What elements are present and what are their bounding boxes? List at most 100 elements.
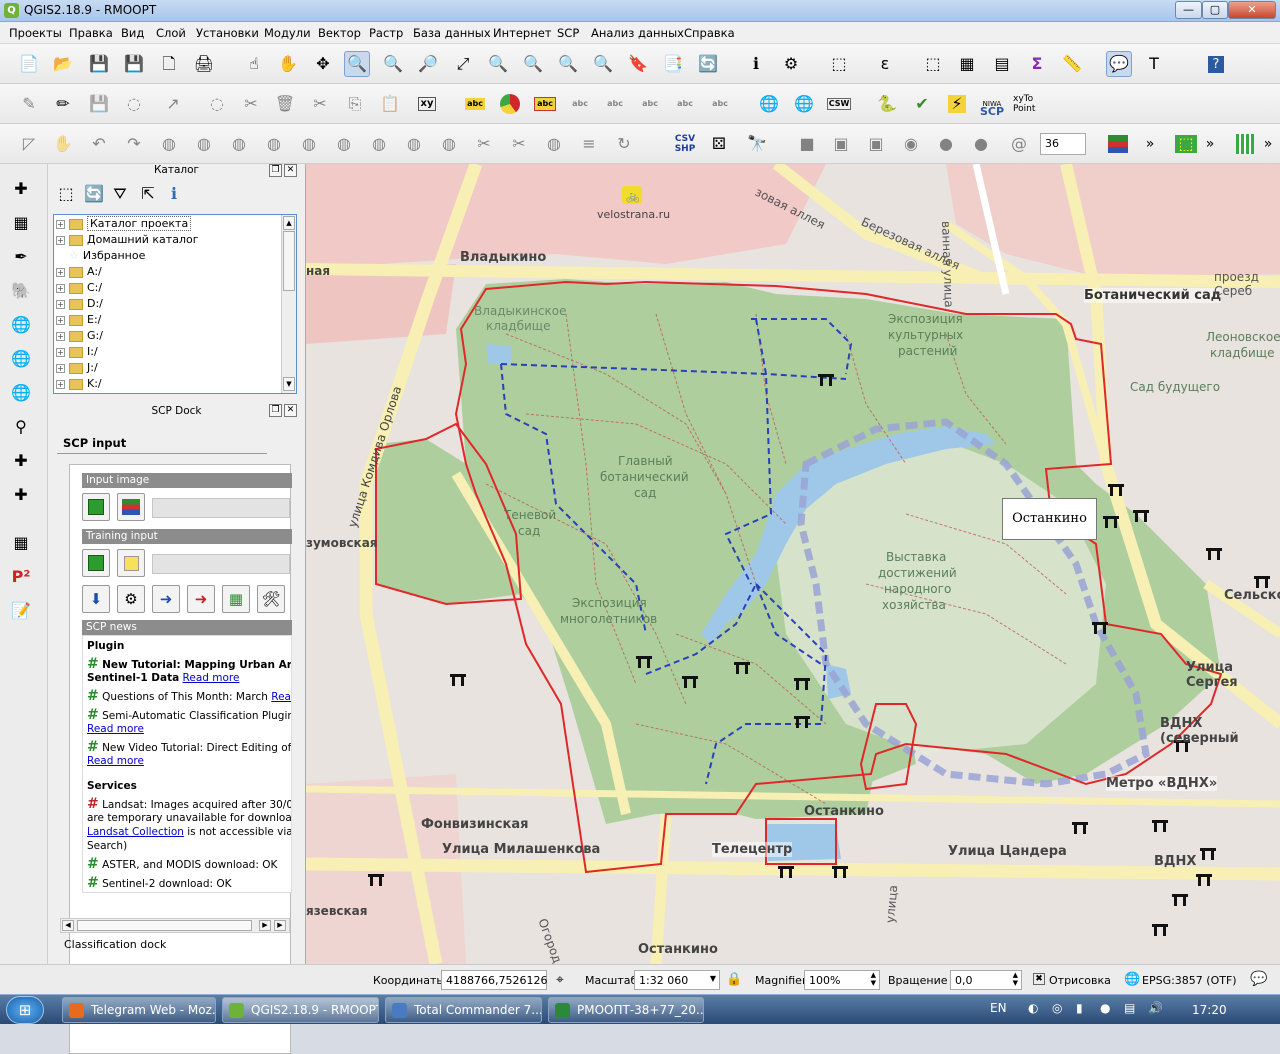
pin-labels-icon[interactable]: abc — [532, 91, 558, 117]
help-icon[interactable]: ? — [1203, 51, 1229, 77]
preprocessing-icon[interactable]: ⚙ — [117, 585, 145, 613]
scp-dock-float-button[interactable]: ❐ — [269, 404, 282, 417]
deselect-icon[interactable]: ⬚ — [920, 51, 946, 77]
tree-item-drive[interactable]: + A:/ — [56, 265, 102, 281]
settings-tools-icon[interactable]: 🛠 — [257, 585, 285, 613]
menu-raster[interactable]: Растр — [369, 26, 403, 40]
open-image-icon[interactable] — [82, 493, 110, 521]
scp-band-set-icon[interactable]: ▦ — [8, 530, 34, 556]
add-wfs-icon[interactable]: 🌐 — [8, 380, 34, 406]
ring-select-icon[interactable]: ● — [968, 131, 994, 157]
rect-select-icon[interactable]: ■ — [794, 131, 820, 157]
pan-icon[interactable]: ✋ — [275, 51, 301, 77]
scale-combo[interactable]: 1:32 060 ▼ — [634, 970, 720, 990]
grass-icon[interactable]: ✔ — [909, 91, 935, 117]
add-wms-icon[interactable]: 🌐 — [8, 312, 34, 338]
georeferencer-icon[interactable]: ⬚ — [1173, 131, 1199, 157]
menu-help[interactable]: Справка — [684, 26, 735, 40]
more-tools-3[interactable]: » — [1258, 131, 1278, 157]
tree-item-drive[interactable]: + G:/ — [56, 329, 103, 345]
rotate-symbols-icon[interactable]: ◍ — [541, 131, 567, 157]
menu-layer[interactable]: Слой — [156, 26, 186, 40]
more-tools-1[interactable]: » — [1140, 131, 1160, 157]
zoom-selection-icon[interactable]: 🔍 — [485, 51, 511, 77]
close-button[interactable]: ✕ — [1228, 1, 1276, 19]
open-project-icon[interactable]: 📂 — [50, 51, 76, 77]
add-wcs-icon[interactable]: 🌐 — [8, 346, 34, 372]
zoom-in-icon[interactable]: 🔍 — [344, 51, 370, 77]
band-calc-icon[interactable]: ▦ — [222, 585, 250, 613]
add-feature-icon[interactable]: ◌ — [121, 91, 147, 117]
highlight-labels-icon[interactable]: abc — [567, 91, 593, 117]
toggle-extents-icon[interactable]: ⌖ — [556, 972, 564, 988]
maximize-button[interactable]: ▢ — [1202, 1, 1228, 19]
xy-icon[interactable]: xy — [414, 91, 440, 117]
tray-icon[interactable]: ◎ — [1052, 1001, 1062, 1015]
landsat-collection-link[interactable]: Landsat Collection — [87, 826, 184, 838]
current-edits-icon[interactable]: ✎ — [16, 91, 42, 117]
change-label-icon[interactable]: abc — [707, 91, 733, 117]
action-icon[interactable]: ⚙ — [778, 51, 804, 77]
menu-plugins[interactable]: Модули — [264, 26, 311, 40]
statistics-icon[interactable]: Σ — [1024, 51, 1050, 77]
scroll-left-icon[interactable]: ◀ — [62, 920, 74, 931]
taskbar-excel[interactable]: РМООПТ-38+77_20... — [548, 997, 704, 1023]
read-more-link[interactable]: Read m — [271, 691, 291, 703]
reshape-icon[interactable]: ◍ — [331, 131, 357, 157]
new-bookmark-icon[interactable]: 🔖 — [625, 51, 651, 77]
clock[interactable]: 17:20 — [1192, 1003, 1227, 1017]
training-input-combo[interactable] — [152, 554, 290, 574]
zoom-layer-icon[interactable]: 🔍 — [520, 51, 546, 77]
crs-globe-icon[interactable]: 🌐 — [1124, 972, 1140, 987]
rotate-label-icon[interactable]: abc — [672, 91, 698, 117]
input-image-combo[interactable] — [152, 498, 290, 518]
more-tools-2[interactable]: » — [1200, 131, 1220, 157]
taskbar-total-commander[interactable]: Total Commander 7.... — [385, 997, 542, 1023]
attribute-table-icon[interactable]: ▦ — [954, 51, 980, 77]
cut-features-icon[interactable]: ✂ — [307, 91, 333, 117]
segments-spinbox[interactable]: 36 — [1040, 133, 1086, 155]
scroll-thumb[interactable] — [77, 920, 252, 931]
openlayers-icon[interactable]: ⚡ — [944, 91, 970, 117]
messages-icon[interactable]: 💬 — [1250, 971, 1267, 987]
ellipse-select-icon[interactable]: ● — [933, 131, 959, 157]
catalog-close-button[interactable]: ✕ — [284, 164, 297, 177]
notes-icon[interactable]: 📝 — [8, 598, 34, 624]
add-raster-layer-icon[interactable]: ▦ — [8, 210, 34, 236]
menu-database[interactable]: База данных — [413, 26, 491, 40]
delete-ring-icon[interactable]: ◍ — [261, 131, 287, 157]
wms-icon[interactable]: 🌐 — [756, 91, 782, 117]
select-by-expression-icon[interactable]: ε — [872, 51, 898, 77]
tree-item-drive[interactable]: + J:/ — [56, 361, 98, 377]
new-print-composer-icon[interactable]: 🗋 — [156, 51, 182, 77]
offset-curve-icon[interactable]: ◍ — [366, 131, 392, 157]
table-grid-icon[interactable] — [1232, 131, 1258, 157]
align-icon[interactable]: ≡ — [576, 131, 602, 157]
refresh-icon[interactable]: 🔄 — [695, 51, 721, 77]
add-vector-layer-icon[interactable]: ✚ — [8, 176, 34, 202]
tray-icon[interactable]: ● — [1100, 1001, 1110, 1015]
catalog-scrollbar[interactable]: ▲ ▼ — [281, 215, 296, 393]
composer-manager-icon[interactable]: 🖨 — [191, 51, 217, 77]
python-console-icon[interactable]: 🐍 — [874, 91, 900, 117]
new-project-icon[interactable]: 📄 — [16, 51, 42, 77]
text-annotation-icon[interactable]: T — [1141, 51, 1167, 77]
render-checkbox[interactable]: ✖ — [1033, 973, 1045, 985]
fill-ring-icon[interactable]: ◍ — [226, 131, 252, 157]
new-training-icon[interactable] — [117, 549, 145, 577]
spiral-icon[interactable]: @ — [1006, 131, 1032, 157]
layer-labeling-icon[interactable]: abc — [462, 91, 488, 117]
field-calculator-icon[interactable]: ▤ — [989, 51, 1015, 77]
show-bookmarks-icon[interactable]: 📑 — [660, 51, 686, 77]
zoom-next-icon[interactable]: 🔍 — [590, 51, 616, 77]
scp-dock-close-button[interactable]: ✕ — [284, 404, 297, 417]
merge-features-icon[interactable]: ✂ — [471, 131, 497, 157]
tray-icon[interactable]: ▤ — [1124, 1001, 1135, 1015]
menu-scp[interactable]: SCP — [557, 26, 579, 40]
band-set-icon[interactable] — [117, 493, 145, 521]
simplify-icon[interactable]: ✋ — [50, 131, 76, 157]
undo-icon[interactable]: ↶ — [86, 131, 112, 157]
delete-selected-icon[interactable]: ✂ — [238, 91, 264, 117]
save-edits-icon[interactable]: 💾 — [86, 91, 112, 117]
scroll-right-icon[interactable]: ▶ — [274, 920, 286, 931]
